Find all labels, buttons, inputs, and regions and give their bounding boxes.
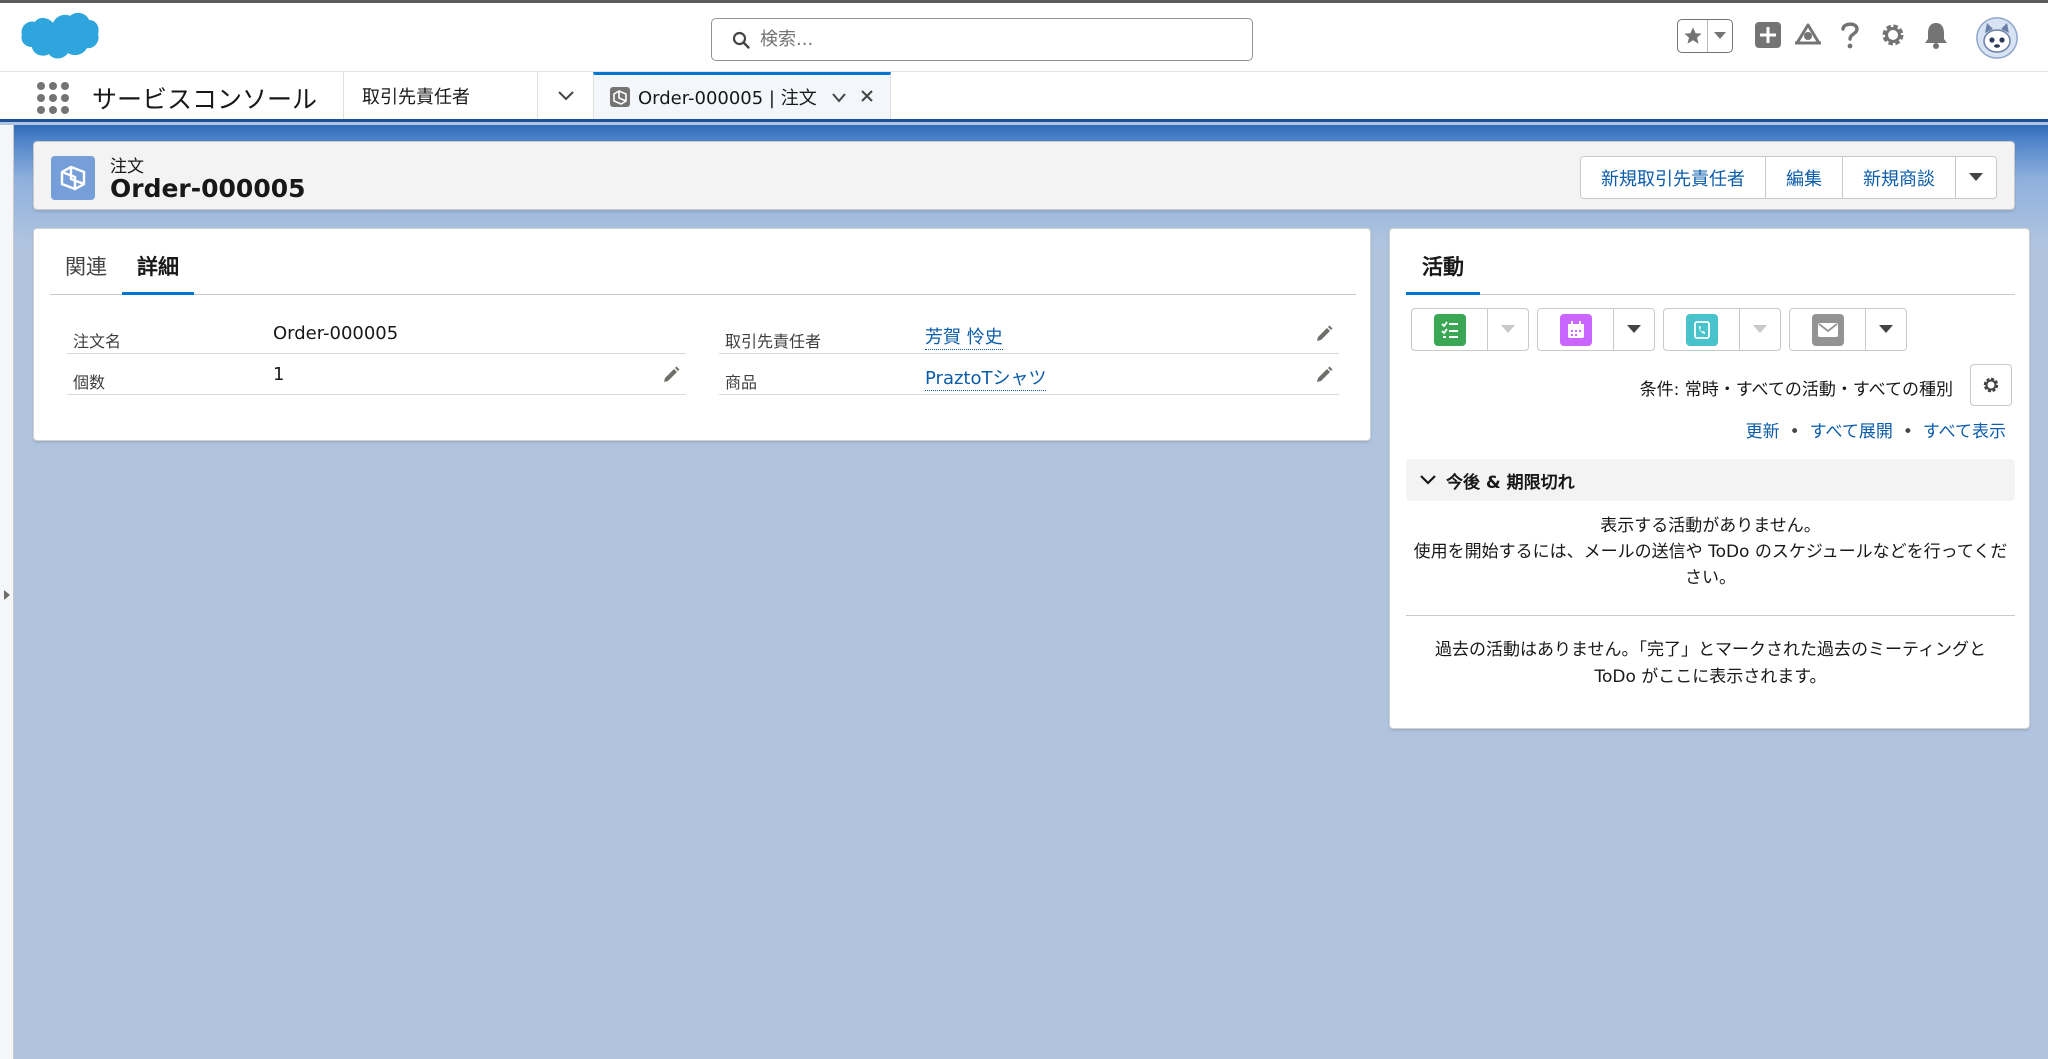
refresh-link[interactable]: 更新 [1746,422,1780,442]
call-icon [1685,313,1718,346]
notifications-bell-icon[interactable] [1920,19,1952,51]
activity-filter-text: 条件: 常時・すべての活動・すべての種別 [1639,380,1953,400]
close-tab-icon[interactable] [860,87,874,108]
dropdown-arrow-icon [1879,325,1893,333]
calendar-icon [1559,313,1592,346]
activity-settings-button[interactable] [1970,364,2012,406]
email-publisher [1789,308,1907,351]
app-name: サービスコンソール [92,85,318,114]
new-event-button[interactable] [1538,309,1614,350]
new-task-button[interactable] [1412,309,1488,350]
new-opportunity-button[interactable]: 新規商談 [1843,157,1956,198]
empty-description: 使用を開始するには、メールの送信や ToDo のスケジュールなどを行ってください… [1413,542,2008,588]
field-quantity: 個数 1 [67,355,686,395]
field-label: 個数 [73,373,106,392]
field-product: 商品 PraztoTシャツ [719,355,1339,395]
tab-related[interactable]: 関連 [50,251,122,295]
activity-tabs: 活動 [1406,229,2015,295]
record-title: Order-000005 [110,174,306,203]
product-link[interactable]: PraztoTシャツ [925,364,1047,391]
field-contact: 取引先責任者 芳賀 怜史 [719,314,1339,354]
field-order-name: 注文名 Order-000005 [67,314,686,354]
divider [1406,615,2015,616]
activity-links: 更新 • すべて展開 • すべて表示 [1746,417,2006,442]
field-label: 取引先責任者 [725,332,822,351]
new-contact-button[interactable]: 新規取引先責任者 [1581,157,1766,198]
past-activity-message: 過去の活動はありません。「完了」とマークされた過去のミーティングと ToDo が… [1435,640,1986,687]
task-icon [1433,313,1466,346]
show-all-link[interactable]: すべて表示 [1923,422,2006,442]
trailhead-icon[interactable] [1791,19,1825,51]
global-search[interactable] [711,18,1253,61]
order-icon [610,87,630,107]
user-avatar[interactable] [1975,16,2019,60]
edit-pencil-icon[interactable] [1315,366,1333,388]
email-icon [1811,313,1844,346]
global-header [0,0,2048,72]
new-task-menu[interactable] [1488,309,1528,350]
log-call-publisher [1663,308,1781,351]
detail-tabs: 関連 詳細 [50,229,1356,295]
upcoming-overdue-section[interactable]: 今後 & 期限切れ [1406,459,2015,501]
activity-card: 活動 条件: 常時・すべての活動・すべての種別 更新 • すべて展開 • すべて… [1389,228,2030,729]
favorites-star-icon[interactable] [1678,20,1708,52]
tab-details[interactable]: 詳細 [122,251,194,295]
tab-activity[interactable]: 活動 [1406,251,1480,295]
edit-pencil-icon[interactable] [1315,325,1333,347]
separator-dot: • [1902,422,1913,442]
edit-button[interactable]: 編集 [1766,157,1843,198]
help-icon[interactable] [1835,19,1865,51]
app-launcher-icon[interactable] [36,81,69,114]
no-activities-message: 表示する活動がありません。 使用を開始するには、メールの送信や ToDo のスケ… [1406,513,2015,591]
new-task-publisher [1411,308,1529,351]
email-button[interactable] [1790,309,1866,350]
section-title: 今後 & 期限切れ [1446,472,1575,493]
contact-link[interactable]: 芳賀 怜史 [925,323,1003,350]
email-menu[interactable] [1866,309,1906,350]
dropdown-arrow-icon [1501,325,1515,333]
separator-dot: • [1789,422,1800,442]
header-utility-icons [1677,16,2048,60]
log-call-menu[interactable] [1740,309,1780,350]
workspace-tab-order[interactable]: Order-000005 | 注文 [593,72,891,119]
more-actions-button[interactable] [1956,157,1996,198]
dropdown-arrow-icon [1627,325,1641,333]
chevron-down-icon [1420,475,1436,485]
nav-item-label: 取引先責任者 [362,86,470,108]
dropdown-arrow-icon [1753,325,1767,333]
salesforce-logo[interactable] [20,11,100,69]
chevron-down-icon[interactable] [832,87,846,108]
expand-all-link[interactable]: すべて展開 [1810,422,1893,442]
record-actions: 新規取引先責任者 編集 新規商談 [1580,156,1997,199]
log-call-button[interactable] [1664,309,1740,350]
global-actions-icon[interactable] [1753,19,1783,51]
chevron-down-icon [557,90,574,100]
workspace-tab-label: Order-000005 | 注文 [638,88,817,109]
favorites-menu-icon[interactable] [1708,20,1732,52]
nav-item-contacts-menu[interactable] [537,72,593,119]
field-value: Order-000005 [273,323,399,344]
edit-pencil-icon[interactable] [662,366,680,388]
console-nav-bar: サービスコンソール 取引先責任者 Order-000005 | 注文 [0,72,2048,122]
setup-gear-icon[interactable] [1877,19,1909,51]
favorites-group [1677,19,1733,53]
field-label: 注文名 [73,332,122,351]
order-record-icon [51,156,95,200]
gear-icon [1983,377,1999,393]
nav-item-contacts[interactable]: 取引先責任者 [343,72,537,119]
dropdown-arrow-icon [1969,173,1983,181]
new-event-publisher [1537,308,1655,351]
search-icon [732,31,750,49]
record-header: 注文 Order-000005 新規取引先責任者 編集 新規商談 [33,141,2015,210]
details-card: 関連 詳細 注文名 Order-000005 個数 1 取引先責任者 芳賀 怜史… [33,228,1371,441]
empty-title: 表示する活動がありません。 [1600,516,1821,536]
utility-panel-toggle[interactable] [0,125,14,1059]
field-value: 1 [273,364,285,385]
field-label: 商品 [725,373,758,392]
new-event-menu[interactable] [1614,309,1654,350]
search-input[interactable] [760,29,1220,50]
